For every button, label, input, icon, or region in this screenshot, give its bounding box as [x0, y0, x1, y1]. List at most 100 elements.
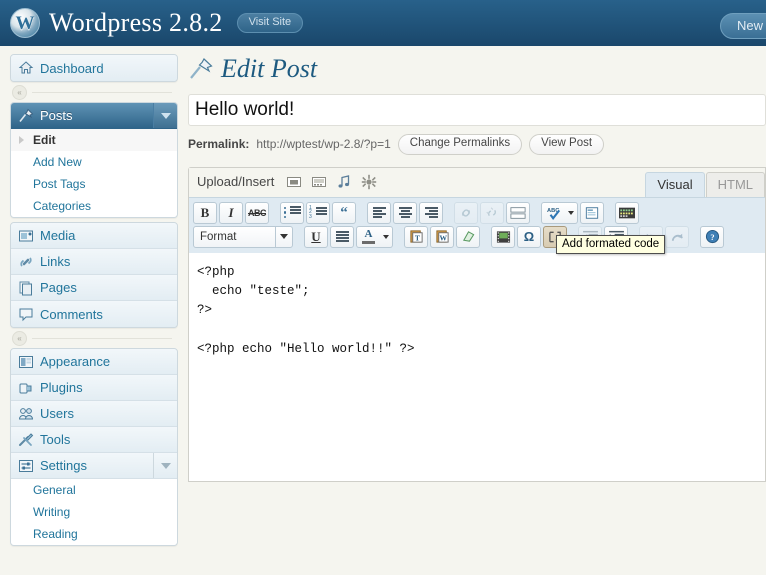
sidebar-subitem-general[interactable]: General — [11, 479, 177, 501]
change-permalinks-button[interactable]: Change Permalinks — [398, 134, 522, 155]
new-button[interactable]: New — [720, 13, 766, 39]
tab-html[interactable]: HTML — [706, 172, 765, 197]
add-audio-icon[interactable] — [336, 174, 352, 190]
editor-mode-tabs: Visual HTML — [645, 168, 765, 197]
site-title: Wordpress 2.8.2 — [49, 8, 223, 38]
sidebar-item-pages[interactable]: Pages — [11, 275, 177, 301]
bold-button[interactable]: B — [193, 202, 217, 224]
sidebar-item-users[interactable]: Users — [11, 401, 177, 427]
align-justify-button[interactable] — [330, 226, 354, 248]
align-right-button[interactable] — [419, 202, 443, 224]
appearance-palette-icon — [18, 354, 34, 370]
sidebar-item-label: Posts — [40, 108, 73, 123]
spellcheck-button[interactable]: ABC — [541, 202, 565, 224]
posts-submenu: Edit Add New Post Tags Categories — [11, 129, 177, 217]
ordered-list-button[interactable]: 123 — [306, 202, 330, 224]
sidebar-item-label: Appearance — [40, 354, 110, 369]
sidebar-item-label: Tools — [40, 432, 70, 447]
editor-toolbars: B I ABC 123 “ — [189, 197, 765, 253]
align-center-button[interactable] — [393, 202, 417, 224]
sidebar-item-comments[interactable]: Comments — [11, 301, 177, 327]
wordpress-logo-icon[interactable]: W — [10, 8, 40, 38]
admin-sidebar: Dashboard « Posts Edit Add New Post Tags… — [0, 46, 178, 575]
format-select-value: Format — [200, 231, 236, 243]
insert-more-tag-button[interactable] — [506, 202, 530, 224]
sidebar-item-posts[interactable]: Posts — [11, 103, 177, 129]
admin-layout: Dashboard « Posts Edit Add New Post Tags… — [0, 46, 766, 575]
post-editor: Upload/Insert Visual HTML — [188, 167, 766, 482]
posts-submenu-toggle[interactable] — [153, 103, 177, 128]
menu-group-admin: Appearance Plugins Users Tools — [10, 348, 178, 546]
unlink-button[interactable] — [480, 202, 504, 224]
pushpin-icon — [188, 56, 214, 82]
sidebar-item-label: Settings — [40, 458, 87, 473]
kitchen-sink-button[interactable] — [615, 202, 639, 224]
unordered-list-button[interactable] — [280, 202, 304, 224]
svg-text:W: W — [439, 233, 447, 242]
format-select[interactable]: Format — [193, 226, 293, 248]
sidebar-subitem-edit[interactable]: Edit — [11, 129, 177, 151]
add-image-icon[interactable] — [286, 174, 302, 190]
permalink-url: http://wptest/wp-2.8/?p=1 — [256, 137, 390, 151]
align-left-button[interactable] — [367, 202, 391, 224]
svg-text:?: ? — [710, 232, 714, 242]
sidebar-item-links[interactable]: Links — [11, 249, 177, 275]
collapse-menu-button-2[interactable]: « — [12, 331, 27, 346]
sidebar-item-label: Comments — [40, 307, 103, 322]
insert-link-button[interactable] — [454, 202, 478, 224]
sidebar-item-settings[interactable]: Settings — [11, 453, 177, 479]
spellcheck-combo: ABC — [541, 202, 578, 224]
post-title-input[interactable] — [188, 94, 766, 126]
sidebar-subitem-reading[interactable]: Reading — [11, 523, 177, 545]
admin-bar: W Wordpress 2.8.2 Visit Site New — [0, 0, 766, 46]
redo-button[interactable] — [665, 226, 689, 248]
sidebar-item-media[interactable]: Media — [11, 223, 177, 249]
tools-hammer-icon — [18, 432, 34, 448]
sidebar-item-dashboard[interactable]: Dashboard — [11, 55, 177, 81]
sidebar-item-appearance[interactable]: Appearance — [11, 349, 177, 375]
sidebar-item-tools[interactable]: Tools — [11, 427, 177, 453]
text-color-button[interactable]: A — [356, 226, 380, 248]
remove-formatting-button[interactable] — [456, 226, 480, 248]
italic-button[interactable]: I — [219, 202, 243, 224]
sidebar-subitem-categories[interactable]: Categories — [11, 195, 177, 217]
view-post-button[interactable]: View Post — [529, 134, 604, 155]
sidebar-subitem-add-new[interactable]: Add New — [11, 151, 177, 173]
visit-site-button[interactable]: Visit Site — [237, 13, 304, 33]
chevron-down-icon — [275, 227, 292, 247]
underline-button[interactable]: U — [304, 226, 328, 248]
sidebar-subitem-post-tags[interactable]: Post Tags — [11, 173, 177, 195]
sidebar-item-label: Plugins — [40, 380, 83, 395]
text-color-dropdown-arrow[interactable] — [380, 226, 393, 248]
add-media-icon[interactable] — [361, 174, 377, 190]
settings-submenu-toggle[interactable] — [153, 453, 177, 478]
upload-insert-label: Upload/Insert — [197, 174, 274, 189]
pages-stack-icon — [18, 280, 34, 296]
plugins-plug-icon — [18, 380, 34, 396]
fullscreen-button[interactable] — [580, 202, 604, 224]
spellcheck-dropdown-arrow[interactable] — [565, 202, 578, 224]
menu-group-posts: Posts Edit Add New Post Tags Categories — [10, 102, 178, 218]
chevron-down-icon — [161, 463, 171, 469]
sidebar-item-plugins[interactable]: Plugins — [11, 375, 177, 401]
link-chain-icon — [18, 254, 34, 270]
menu-group-content: Media Links Pages Comments — [10, 222, 178, 328]
help-button[interactable]: ? — [700, 226, 724, 248]
paste-from-word-button[interactable]: W — [430, 226, 454, 248]
tab-visual[interactable]: Visual — [645, 172, 704, 197]
text-color-combo: A — [356, 226, 393, 248]
blockquote-button[interactable]: “ — [332, 202, 356, 224]
sidebar-subitem-writing[interactable]: Writing — [11, 501, 177, 523]
insert-media-button[interactable] — [491, 226, 515, 248]
tooltip-text: Add formated code — [562, 238, 659, 250]
collapse-menu-button[interactable]: « — [12, 85, 27, 100]
paste-as-text-button[interactable]: T — [404, 226, 428, 248]
main-content: Edit Post Permalink: http://wptest/wp-2.… — [178, 46, 766, 575]
editor-content-area[interactable]: <?php echo "teste"; ?> <?php echo "Hello… — [189, 253, 765, 481]
pushpin-icon — [18, 108, 34, 124]
page-header: Edit Post — [188, 56, 766, 82]
strikethrough-button[interactable]: ABC — [245, 202, 269, 224]
special-character-button[interactable]: Ω — [517, 226, 541, 248]
dashboard-home-icon — [18, 60, 34, 76]
add-video-icon[interactable] — [311, 174, 327, 190]
